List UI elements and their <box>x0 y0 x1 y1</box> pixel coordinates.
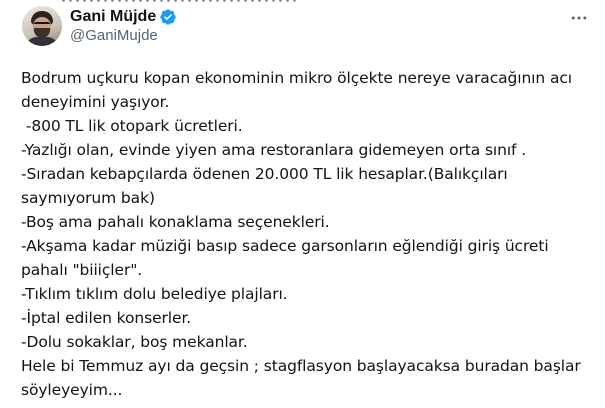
tweet-line: saymıyorum bak) <box>21 189 155 207</box>
tweet-line: -Tıklım tıklım dolu belediye plajları. <box>21 285 288 303</box>
tweet-line: pahalı "biiiçler". <box>21 261 143 279</box>
tweet-line: -Akşama kadar müziği basıp sadece garson… <box>21 237 549 255</box>
author-handle[interactable]: @GaniMujde <box>70 27 158 45</box>
previous-tweet-edge <box>60 0 300 3</box>
author-name-row[interactable]: Gani Müjde <box>70 7 177 27</box>
verified-badge-icon[interactable] <box>159 8 177 26</box>
tweet-line: -İptal edilen konserler. <box>21 309 192 327</box>
avatar[interactable] <box>22 6 62 46</box>
tweet-line: -800 TL lik otopark ücretleri. <box>21 117 243 135</box>
tweet-line: -Dolu sokaklar, boş mekanlar. <box>21 333 248 351</box>
tweet-line: -Yazlığı olan, evinde yiyen ama restoran… <box>21 141 527 159</box>
author-display-name[interactable]: Gani Müjde <box>70 7 156 27</box>
more-options-button[interactable] <box>565 6 593 30</box>
more-horizontal-icon <box>571 16 587 20</box>
tweet-line: -Boş ama pahalı konaklama seçenekleri. <box>21 213 330 231</box>
tweet-line: Bodrum uçkuru kopan ekonominin mikro ölç… <box>21 69 572 87</box>
tweet-line: söyleyeyim... <box>21 381 123 399</box>
tweet-line: Hele bi Temmuz ayı da geçsin ; stagflasy… <box>21 357 581 375</box>
tweet-line: deneyimini yaşıyor. <box>21 93 170 111</box>
tweet-text: Bodrum uçkuru kopan ekonominin mikro ölç… <box>21 66 596 402</box>
tweet-line: -Sıradan kebapçılarda ödenen 20.000 TL l… <box>21 165 508 183</box>
